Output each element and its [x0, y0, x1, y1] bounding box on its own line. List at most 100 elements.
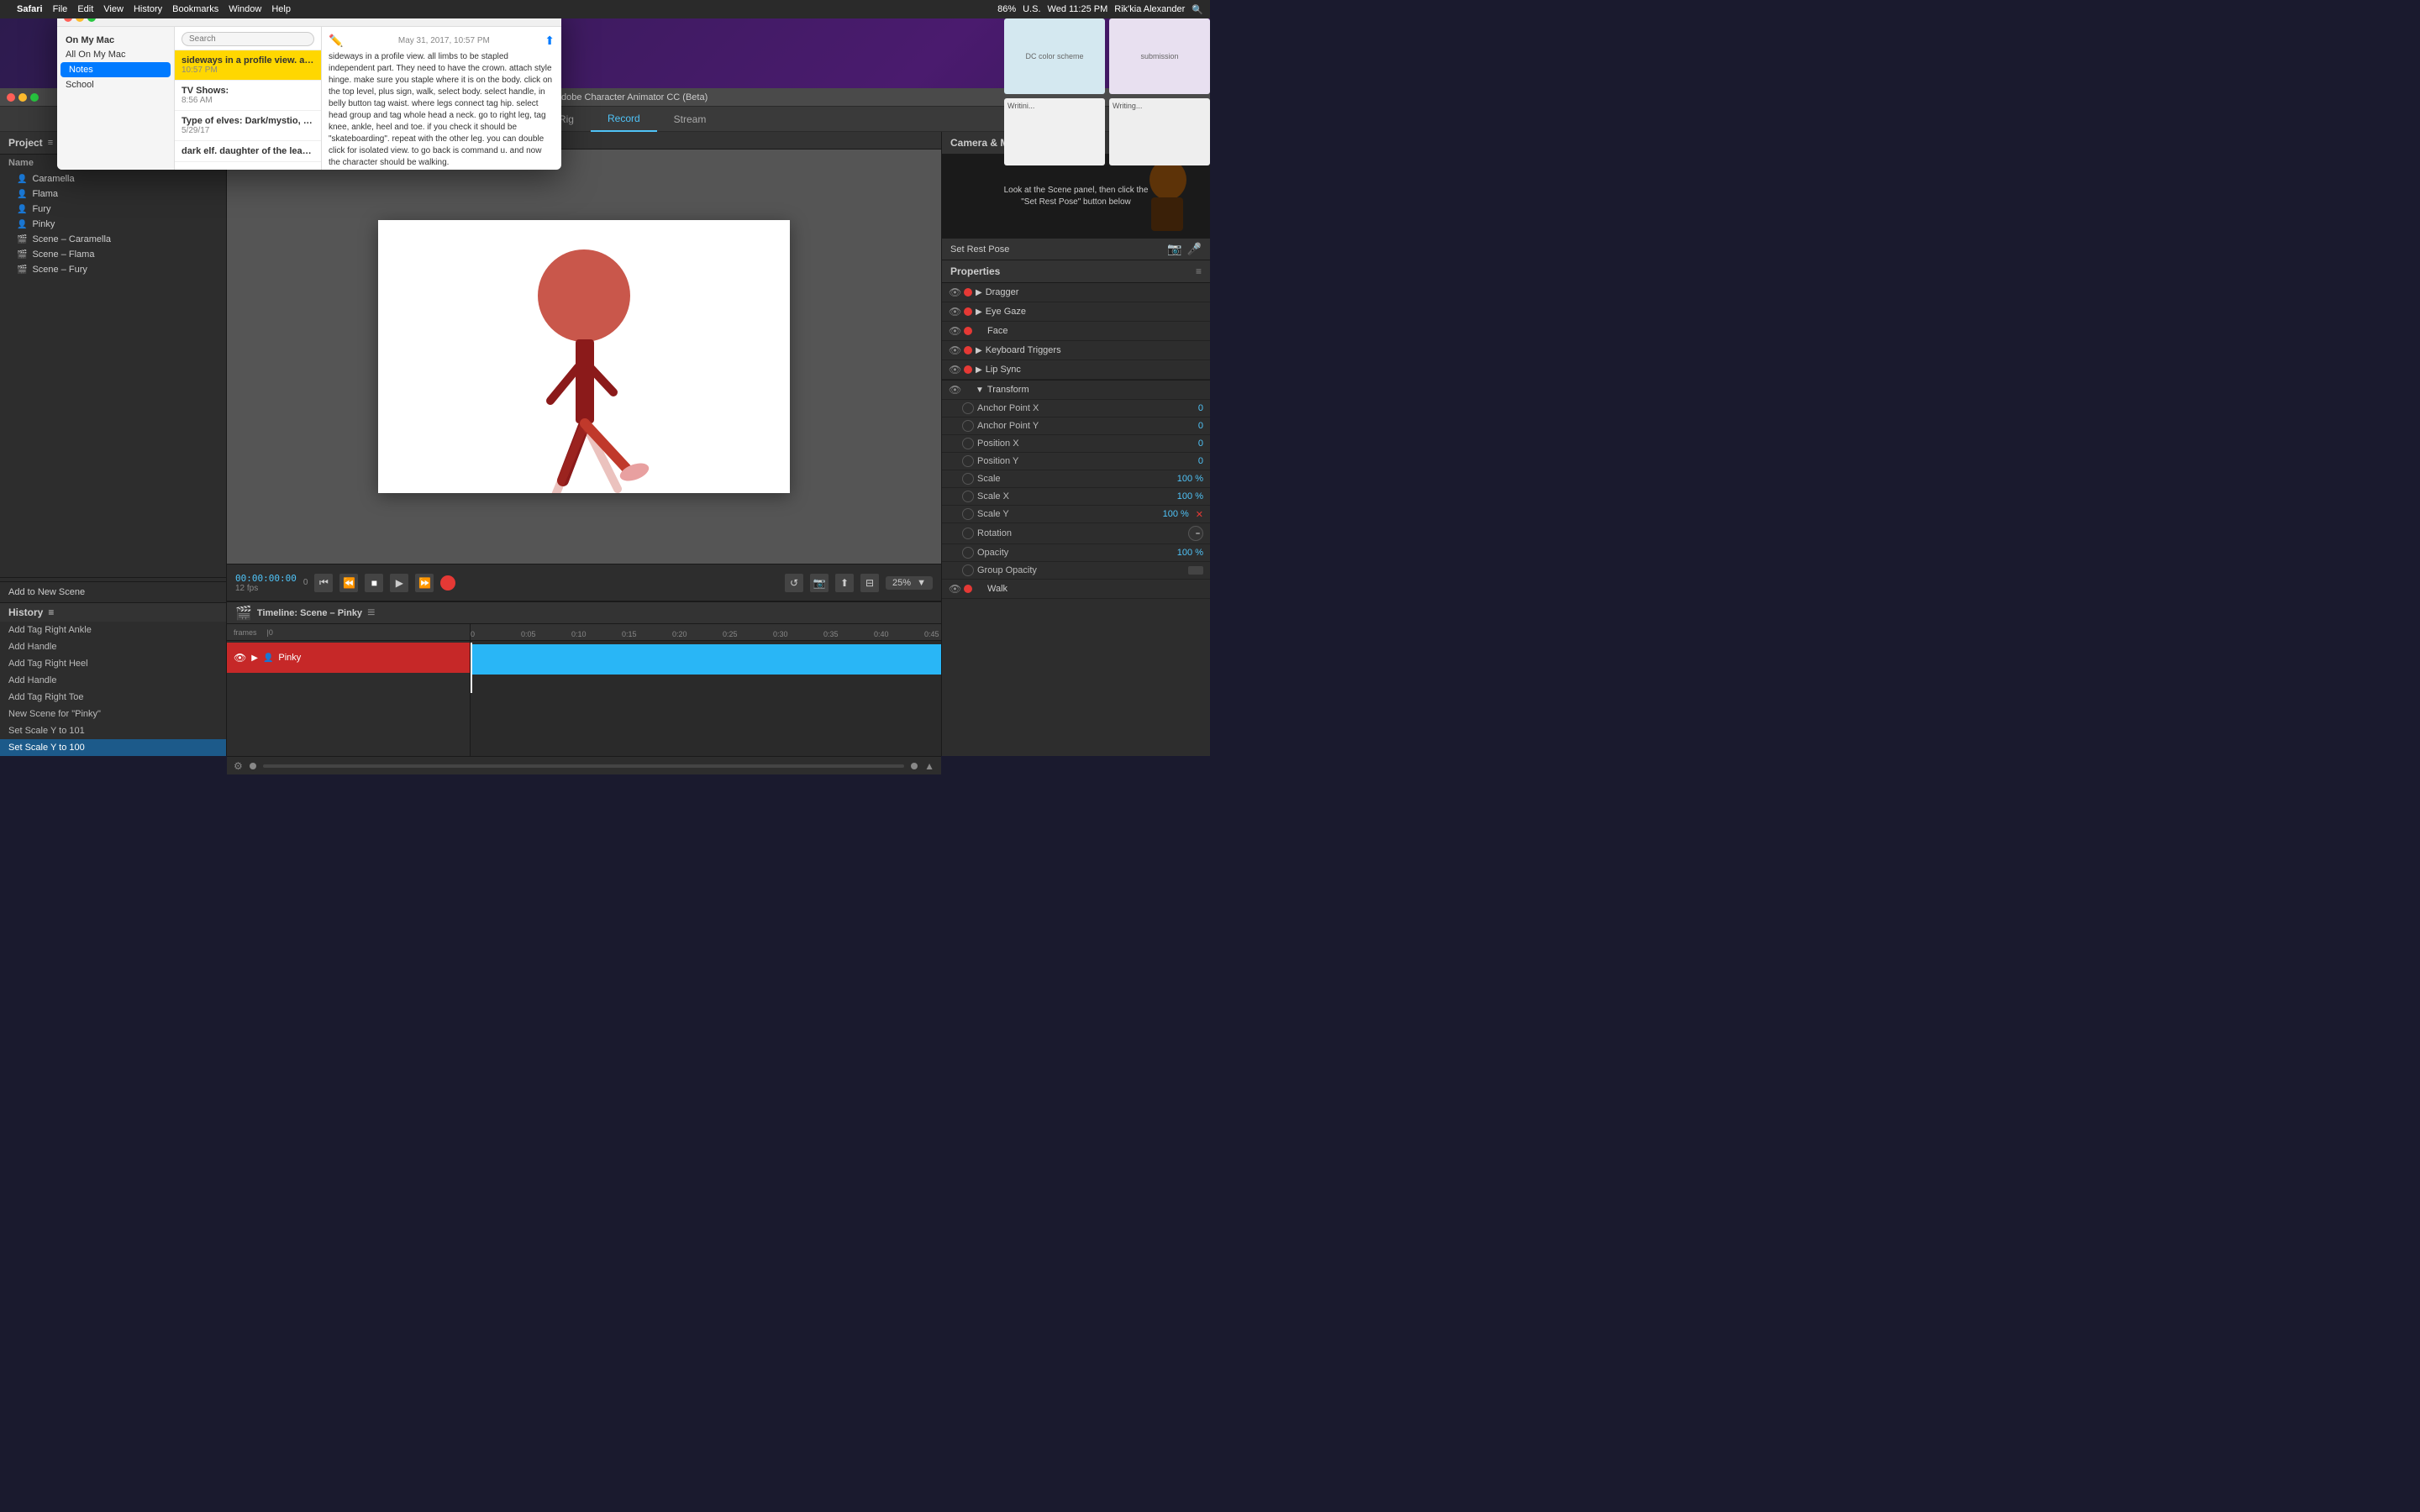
- dragger-expand-icon[interactable]: ▶: [976, 288, 982, 297]
- all-on-my-mac-item[interactable]: All On My Mac: [57, 47, 174, 62]
- overlay-note-dc[interactable]: DC color scheme: [1004, 18, 1105, 94]
- timeline-zoom-in[interactable]: ▲: [924, 760, 934, 772]
- history-item-2[interactable]: Add Tag Right Heel: [0, 655, 226, 672]
- safari-menu[interactable]: Safari: [17, 4, 43, 14]
- stop-button[interactable]: ■: [365, 574, 383, 592]
- properties-menu-icon[interactable]: ≡: [1196, 265, 1202, 277]
- keytrig-expand-icon[interactable]: ▶: [976, 346, 982, 355]
- timeline-settings-icon[interactable]: ⚙: [234, 760, 243, 772]
- spotlight-icon[interactable]: 🔍: [1192, 4, 1203, 15]
- project-item-scene-flama[interactable]: 🎬 Scene – Flama: [0, 247, 226, 262]
- add-to-new-scene-button[interactable]: Add to New Scene: [0, 581, 226, 602]
- eyegaze-expand-icon[interactable]: ▶: [976, 307, 982, 317]
- aca-close-btn[interactable]: [7, 93, 15, 102]
- timeline-track-label[interactable]: 👁 ▶ 👤 Pinky: [227, 643, 470, 673]
- track-visibility-icon[interactable]: 👁: [234, 652, 246, 664]
- scale-x-value[interactable]: 100 %: [1177, 491, 1203, 501]
- opacity-circle[interactable]: [962, 547, 974, 559]
- project-item-caramella[interactable]: 👤 Caramella: [0, 171, 226, 186]
- history-item-5[interactable]: New Scene for "Pinky": [0, 706, 226, 722]
- mic-small-icon[interactable]: 🎤: [1187, 242, 1202, 256]
- pos-y-value[interactable]: 0: [1198, 456, 1203, 466]
- face-eye-icon[interactable]: 👁: [949, 325, 960, 337]
- prop-lip-sync[interactable]: 👁 ▶ Lip Sync: [942, 360, 1210, 380]
- dragger-eye-icon[interactable]: 👁: [949, 286, 960, 298]
- opacity-value[interactable]: 100 %: [1177, 548, 1203, 558]
- eyegaze-eye-icon[interactable]: 👁: [949, 306, 960, 318]
- scale-value[interactable]: 100 %: [1177, 474, 1203, 484]
- anchor-y-value[interactable]: 0: [1198, 421, 1203, 431]
- note-item-1[interactable]: TV Shows: 8:56 AM: [175, 81, 321, 111]
- loop-button[interactable]: ↺: [785, 574, 803, 592]
- scale-circle[interactable]: [962, 473, 974, 485]
- note-item-0[interactable]: sideways in a profile view. all li... 10…: [175, 50, 321, 81]
- scale-y-value[interactable]: 100 %: [1163, 509, 1189, 519]
- project-item-flama[interactable]: 👤 Flama: [0, 186, 226, 202]
- scale-y-circle[interactable]: [962, 508, 974, 520]
- note-item-3[interactable]: dark elf. daughter of the leade...: [175, 141, 321, 162]
- pos-y-circle[interactable]: [962, 455, 974, 467]
- timeline-clip-bar[interactable]: [471, 644, 941, 675]
- play-button[interactable]: ▶: [390, 574, 408, 592]
- project-item-scene-caramella[interactable]: 🎬 Scene – Caramella: [0, 232, 226, 247]
- timeline-menu-icon[interactable]: ≡: [367, 606, 375, 621]
- project-item-scene-fury[interactable]: 🎬 Scene – Fury: [0, 262, 226, 277]
- track-expand-icon[interactable]: ▶: [251, 654, 258, 663]
- export-button[interactable]: ⬆: [835, 574, 854, 592]
- record-button[interactable]: [440, 575, 455, 591]
- history-item-6[interactable]: Set Scale Y to 101: [0, 722, 226, 739]
- skip-to-start-button[interactable]: ⏮: [314, 574, 333, 592]
- history-item-7[interactable]: Set Scale Y to 100: [0, 739, 226, 756]
- prop-eye-gaze[interactable]: 👁 ▶ Eye Gaze: [942, 302, 1210, 322]
- help-menu[interactable]: Help: [271, 4, 291, 14]
- notes-folder-item[interactable]: Notes: [60, 62, 171, 77]
- file-menu[interactable]: File: [53, 4, 68, 14]
- project-item-fury[interactable]: 👤 Fury: [0, 202, 226, 217]
- lipsync-expand-icon[interactable]: ▶: [976, 365, 982, 375]
- aca-min-btn[interactable]: [18, 93, 27, 102]
- zoom-chevron[interactable]: ▼: [917, 578, 926, 588]
- tab-stream[interactable]: Stream: [657, 107, 723, 132]
- pos-x-value[interactable]: 0: [1198, 438, 1203, 449]
- overlay-note-3[interactable]: Writing...: [1109, 98, 1210, 165]
- project-item-pinky[interactable]: 👤 Pinky: [0, 217, 226, 232]
- keytrig-eye-icon[interactable]: 👁: [949, 344, 960, 356]
- pos-x-circle[interactable]: [962, 438, 974, 449]
- anchor-x-value[interactable]: 0: [1198, 403, 1203, 413]
- history-menu-icon[interactable]: ≡: [48, 606, 54, 618]
- set-rest-pose-label[interactable]: Set Rest Pose: [950, 244, 1162, 255]
- history-item-1[interactable]: Add Handle: [0, 638, 226, 655]
- bookmarks-menu[interactable]: Bookmarks: [172, 4, 218, 14]
- view-menu[interactable]: View: [103, 4, 124, 14]
- history-item-4[interactable]: Add Tag Right Toe: [0, 689, 226, 706]
- prop-dragger[interactable]: 👁 ▶ Dragger: [942, 283, 1210, 302]
- overlay-note-4[interactable]: Writini...: [1004, 98, 1105, 165]
- rotation-dial[interactable]: [1188, 526, 1203, 541]
- note-edit-icon[interactable]: ✏️: [329, 34, 343, 48]
- scale-x-circle[interactable]: [962, 491, 974, 502]
- canvas-area[interactable]: [227, 150, 941, 564]
- playhead[interactable]: [471, 643, 472, 693]
- camera-small-icon[interactable]: 📷: [1167, 242, 1181, 256]
- transform-eye-icon[interactable]: 👁: [949, 384, 960, 396]
- notes-search-input[interactable]: [182, 32, 314, 46]
- history-menu[interactable]: History: [134, 4, 162, 14]
- walk-eye-icon[interactable]: 👁: [949, 583, 960, 595]
- anchor-x-circle[interactable]: [962, 402, 974, 414]
- overlay-note-submission[interactable]: submission: [1109, 18, 1210, 94]
- timeline-scrollbar[interactable]: [263, 764, 904, 768]
- group-opacity-circle[interactable]: [962, 564, 974, 576]
- history-item-0[interactable]: Add Tag Right Ankle: [0, 622, 226, 638]
- step-forward-button[interactable]: ⏩: [415, 574, 434, 592]
- history-item-3[interactable]: Add Handle: [0, 672, 226, 689]
- anchor-y-circle[interactable]: [962, 420, 974, 432]
- school-folder-item[interactable]: School: [57, 77, 174, 92]
- camera-button[interactable]: 📷: [810, 574, 829, 592]
- note-share-icon[interactable]: ⬆: [544, 34, 555, 48]
- rotation-circle[interactable]: [962, 528, 974, 539]
- scale-y-close-icon[interactable]: ✕: [1196, 509, 1203, 520]
- prop-transform-header[interactable]: 👁 ▼ Transform: [942, 381, 1210, 400]
- tab-record[interactable]: Record: [591, 107, 657, 132]
- prop-keyboard-triggers[interactable]: 👁 ▶ Keyboard Triggers: [942, 341, 1210, 360]
- aca-max-btn[interactable]: [30, 93, 39, 102]
